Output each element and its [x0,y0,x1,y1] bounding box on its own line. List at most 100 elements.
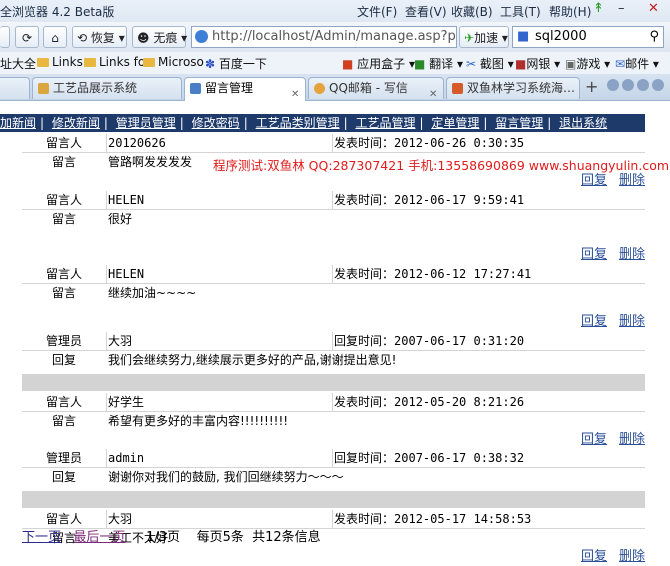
delete-link[interactable]: 删除 [619,173,645,188]
nav-category-manage[interactable]: 工艺品类别管理 [256,116,340,130]
reply-time-value: 2007-06-17 0:38:32 [394,451,525,465]
mail-icon: ✉ [615,57,626,71]
restore-button[interactable]: ⟲ 恢复 ▾ [72,26,127,48]
incognito-icon: ☻ [137,31,150,45]
nav-order-manage[interactable]: 定单管理 [431,116,479,130]
nav-craft-manage[interactable]: 工艺品管理 [355,116,415,130]
poster-label: 留言人 [45,395,82,409]
close-tab-icon[interactable]: ✕ [291,84,299,101]
message-separator [22,491,645,508]
app-box-icon: ■ [342,57,354,71]
nav-change-password[interactable]: 修改密码 [192,116,240,130]
mail-button[interactable]: ✉邮件 ▾ [615,55,659,72]
reply-content: 谢谢你对我们的鼓励, 我们回继续努力～～～ [108,470,344,484]
menu-favorites[interactable]: 收藏(B) [451,3,493,20]
tab-message-manage[interactable]: 留言管理 ✕ [184,77,306,101]
bookmark-baidu[interactable]: ✽ 百度一下 [205,55,267,72]
nav-admin-manage[interactable]: 管理员管理 [116,116,176,130]
post-time-value: 2012-06-17 9:59:41 [394,193,525,207]
page-icon [38,83,49,94]
gamepad-icon: ▣ [565,57,577,71]
incognito-label: 无痕 [153,31,178,45]
reply-link[interactable]: 回复 [581,549,607,564]
admin-label: 管理员 [45,451,82,465]
close-window-icon[interactable]: ✕ [648,1,659,16]
upgrade-icon[interactable]: ↟ [593,1,604,16]
message-separator [22,374,645,391]
reply-link[interactable]: 回复 [581,432,607,447]
message-header-row: 留言人 20120626 发表时间：2012-06-26 0:30:35 [22,134,645,153]
message-content-row: 留言 管路啊发发发发 [22,153,645,171]
tab-qq-mail[interactable]: QQ邮箱 - 写信 ✕ [308,77,444,99]
close-tab-icon[interactable]: ✕ [429,84,437,99]
search-input[interactable]: ■ sql2000 ⚲ [512,26,664,48]
nav-edit-news[interactable]: 修改新闻 [52,116,100,130]
admin-reply-header-row: 管理员 大羽 回复时间：2007-06-17 0:31:20 [22,332,645,351]
message-label: 留言 [51,286,76,300]
message-content: 希望有更多好的丰富内容!!!!!!!!!! [108,414,289,428]
bookmark-links[interactable]: Links [37,55,83,69]
nav-message-manage[interactable]: 留言管理 [495,116,543,130]
minimize-icon[interactable]: – [618,1,625,16]
browser-titlebar: 全浏览器 4.2 Beta版 文件(F) 查看(V) 收藏(B) 工具(T) 帮… [0,0,670,22]
accelerate-icon: ✈ [464,31,475,45]
delete-link[interactable]: 删除 [619,549,645,564]
poster-label: 留言人 [45,136,82,150]
next-page-link[interactable]: 下一页 [22,530,61,545]
folder-icon [84,58,96,67]
last-page-link[interactable]: 最后一页 [73,530,125,545]
reply-time: 回复时间：2007-06-17 0:31:20 [334,332,524,350]
post-time: 发表时间：2012-06-26 0:30:35 [334,134,524,152]
poster-label: 留言人 [45,267,82,281]
address-text: http://localhost/Admin/manage.asp?p [212,29,456,44]
back-arrow-icon[interactable] [0,26,10,48]
reply-content: 我们会继续努力,继续展示更多好的产品,谢谢提出意见! [108,353,397,367]
tab-shuangyulin[interactable]: 双鱼林学习系统海… [446,77,580,99]
menu-view[interactable]: 查看(V) [405,3,447,20]
post-time-label: 发表时间： [334,193,395,207]
reply-link[interactable]: 回复 [581,247,607,262]
reply-time-label: 回复时间： [334,334,395,348]
translate-button[interactable]: ■ 翻译 ▾ [414,55,463,72]
tab-menu-icon[interactable] [652,79,664,91]
bookmark-item[interactable]: 址大全 [0,55,36,72]
admin-reply-row: 回复 我们会继续努力,继续展示更多好的产品,谢谢提出意见! [22,351,645,369]
tab-scroll-right-icon[interactable] [622,79,634,91]
menu-help[interactable]: 帮助(H) [549,3,591,20]
bank-icon: ■ [515,57,527,71]
address-bar[interactable]: http://localhost/Admin/manage.asp?p [191,26,457,48]
netbank-button[interactable]: ■网银 ▾ [515,55,560,72]
tab-scroll-left-icon[interactable] [607,79,619,91]
admin-name: 大羽 [108,334,133,348]
refresh-icon[interactable]: ⟳ [15,26,39,48]
translate-icon: ■ [414,57,426,71]
search-icon[interactable]: ⚲ [649,27,659,47]
message-content-row: 留言 继续加油~~~~ [22,284,645,302]
delete-link[interactable]: 删除 [619,314,645,329]
reply-link[interactable]: 回复 [581,173,607,188]
menu-tools[interactable]: 工具(T) [500,3,541,20]
tab-partial[interactable] [0,77,30,99]
app-box-button[interactable]: ■ 应用盒子 ▾ [342,55,415,72]
new-tab-icon[interactable]: + [585,77,598,96]
home-icon[interactable]: ⌂ [43,26,67,48]
nav-add-news[interactable]: 加新闻 [0,116,36,130]
browser-toolbar: ⟳ ⌂ ⟲ 恢复 ▾ ☻ 无痕 ▾ http://localhost/Admin… [0,22,670,53]
bookmark-links-for[interactable]: Links fo [84,55,145,69]
accelerate-button[interactable]: ✈加速 ▾ [459,26,509,48]
screenshot-button[interactable]: ✂ 截图 ▾ [466,55,514,72]
delete-link[interactable]: 删除 [619,432,645,447]
tab-list-icon[interactable] [637,79,649,91]
menu-file[interactable]: 文件(F) [357,3,397,20]
message-content-row: 留言 很好 [22,210,645,228]
games-button[interactable]: ▣游戏 ▾ [565,55,610,72]
nav-logout[interactable]: 退出系统 [559,116,607,130]
delete-link[interactable]: 删除 [619,247,645,262]
tab-label: 留言管理 [205,81,254,95]
bookmark-microsoft[interactable]: Microso [143,55,204,69]
incognito-button[interactable]: ☻ 无痕 ▾ [132,26,187,48]
reply-link[interactable]: 回复 [581,314,607,329]
message-actions: 回复 删除 [22,312,645,331]
tab-craft-display[interactable]: 工艺品展示系统 [32,77,182,99]
reply-time-label: 回复时间： [334,451,395,465]
